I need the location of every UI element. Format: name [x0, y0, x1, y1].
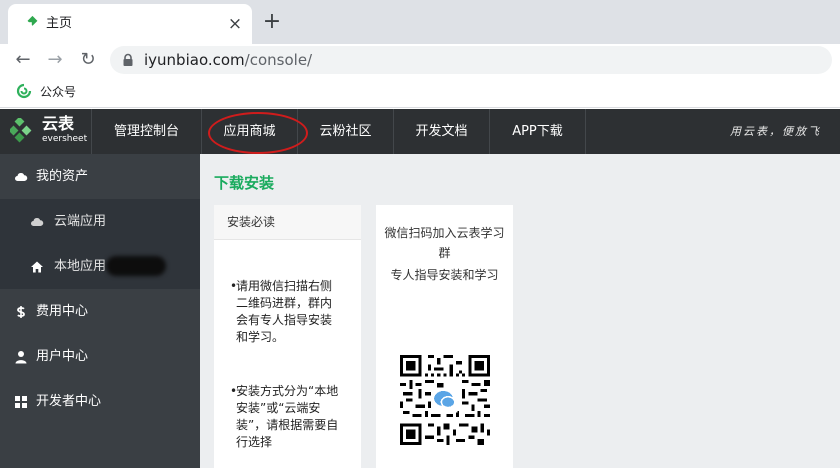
- url-host: iyunbiao.com: [144, 51, 245, 69]
- browser-tab-strip: 主页 × +: [0, 0, 840, 44]
- browser-tab[interactable]: 主页 ×: [8, 4, 252, 44]
- sidebar-item-label: 费用中心: [36, 304, 89, 319]
- qr-caption-line: 群: [438, 246, 451, 260]
- bookmarks-bar: 公众号: [0, 76, 840, 108]
- logo-subtext: eversheet: [42, 134, 88, 144]
- logo-text: 云表: [42, 114, 75, 133]
- nav-console[interactable]: 管理控制台: [92, 109, 202, 154]
- sidebar-item-billing[interactable]: 费用中心: [0, 289, 200, 334]
- tip-item: • 安装方式分为“本地安装”或“云端安装”，请根据需要自行选择: [230, 383, 342, 451]
- card-header: 安装必读: [214, 205, 361, 240]
- sidebar: 我的资产 云端应用 本地应用 费用中心 用户中心 开发者中心: [0, 154, 200, 468]
- yunbiao-favicon-icon: [27, 16, 38, 26]
- new-tab-icon[interactable]: +: [262, 11, 282, 33]
- cloud-icon: [31, 218, 44, 226]
- cloud-icon: [15, 173, 28, 181]
- slogan: 用云表，便放飞: [730, 125, 821, 138]
- wechat-official-account-icon[interactable]: [16, 83, 32, 99]
- nav-app-download[interactable]: APP下载: [490, 109, 586, 154]
- tab-title: 主页: [46, 16, 73, 31]
- wechat-qr-card: 微信扫码加入云表学习 群 专人指导安装和学习: [376, 205, 513, 468]
- sidebar-item-my-assets[interactable]: 我的资产: [0, 154, 200, 199]
- bookmark-label[interactable]: 公众号: [40, 84, 76, 100]
- forward-arrow-icon[interactable]: →: [44, 49, 66, 71]
- nav-docs[interactable]: 开发文档: [394, 109, 490, 154]
- sidebar-item-label: 用户中心: [36, 349, 89, 364]
- install-notice-card: 安装必读 • 请用微信扫描右侧二维码进群，群内会有专人指导安装和学习。 • 安装…: [214, 205, 361, 468]
- sidebar-item-cloud-apps[interactable]: 云端应用: [0, 199, 200, 244]
- address-bar[interactable]: iyunbiao.com/console/: [110, 46, 832, 74]
- sidebar-item-developer-center[interactable]: 开发者中心: [0, 379, 200, 424]
- reload-icon[interactable]: ↻: [77, 49, 99, 71]
- lock-icon[interactable]: [121, 53, 135, 67]
- sidebar-item-label: 开发者中心: [36, 394, 102, 409]
- tip-text: 安装方式分为“本地安装”或“云端安装”，请根据需要自行选择: [236, 384, 339, 449]
- sidebar-item-local-apps[interactable]: 本地应用: [0, 244, 200, 289]
- sidebar-item-label: 我的资产: [36, 169, 89, 184]
- qr-caption-line: 专人指导安装和学习: [390, 268, 499, 282]
- qr-code-icon: [400, 355, 490, 445]
- home-icon: [31, 261, 43, 273]
- grid-icon: [15, 396, 27, 408]
- nav-app-store[interactable]: 应用商城: [202, 109, 298, 154]
- tip-item: • 请用微信扫描右侧二维码进群，群内会有专人指导安装和学习。: [230, 278, 342, 346]
- user-icon: [15, 351, 27, 364]
- app-container: 云表 eversheet 管理控制台 应用商城 云粉社区 开发文档 APP下载 …: [0, 109, 840, 468]
- tab-close-icon[interactable]: ×: [226, 15, 244, 33]
- nav-community[interactable]: 云粉社区: [298, 109, 394, 154]
- url-path: /console/: [244, 51, 313, 69]
- bullet-icon: •: [230, 279, 238, 293]
- url-text[interactable]: iyunbiao.com/console/: [144, 51, 312, 69]
- section-title: 下载安装: [214, 174, 275, 192]
- card-header-label: 安装必读: [227, 215, 276, 229]
- back-arrow-icon[interactable]: ←: [12, 49, 34, 71]
- qr-caption-line: 微信扫码加入云表学习: [384, 226, 505, 240]
- sidebar-item-label: 本地应用: [54, 259, 107, 274]
- sidebar-item-user-center[interactable]: 用户中心: [0, 334, 200, 379]
- bullet-icon: •: [230, 384, 238, 398]
- dollar-icon: [17, 306, 25, 318]
- logo-mark-icon: [10, 118, 32, 143]
- sidebar-item-label: 云端应用: [54, 214, 107, 229]
- top-navigation: 云表 eversheet 管理控制台 应用商城 云粉社区 开发文档 APP下载 …: [0, 109, 840, 154]
- tip-text: 请用微信扫描右侧二维码进群，群内会有专人指导安装和学习。: [236, 279, 333, 344]
- redaction-smudge: [106, 256, 166, 276]
- main-content: 下载安装 安装必读 • 请用微信扫描右侧二维码进群，群内会有专人指导安装和学习。…: [200, 154, 840, 468]
- browser-toolbar: ← → ↻ iyunbiao.com/console/: [0, 44, 840, 76]
- logo[interactable]: 云表 eversheet: [0, 109, 92, 154]
